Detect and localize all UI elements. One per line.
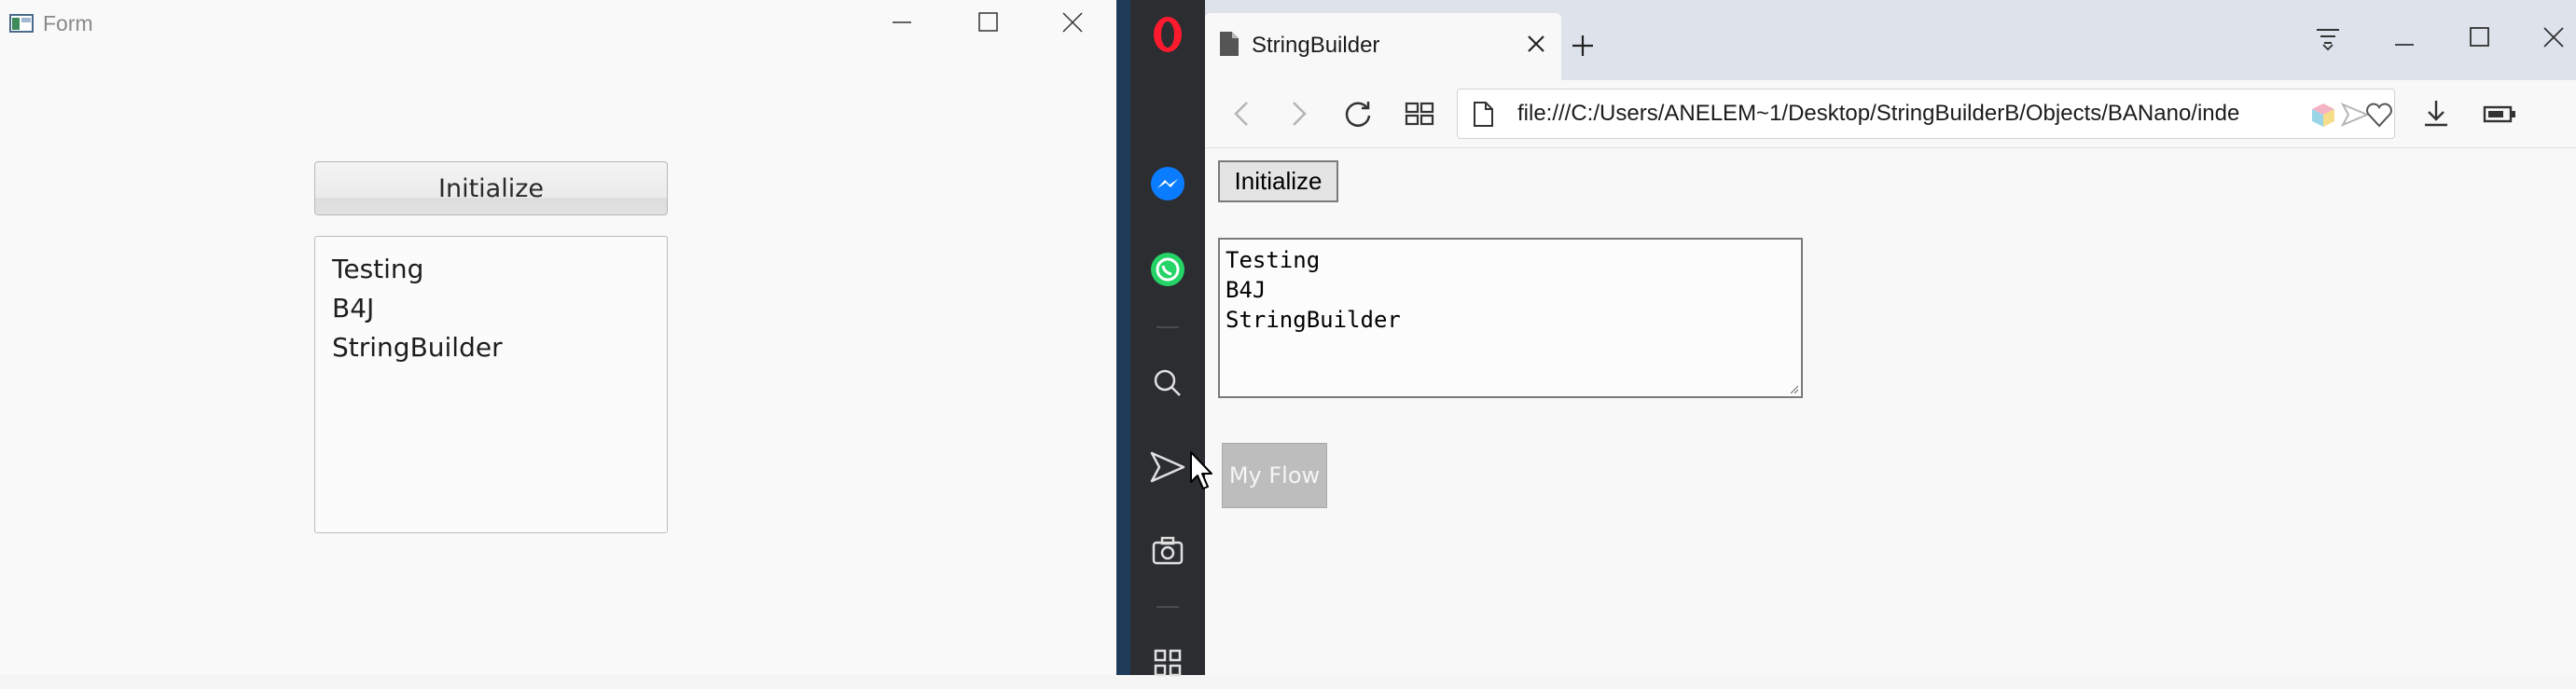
back-button[interactable] bbox=[1224, 95, 1261, 132]
search-icon bbox=[1154, 369, 1181, 396]
grid-icon bbox=[1405, 102, 1434, 126]
sidebar-divider bbox=[1156, 606, 1179, 608]
workspaces-button[interactable] bbox=[1148, 645, 1187, 684]
send-button[interactable] bbox=[1148, 448, 1187, 487]
downloads-button[interactable] bbox=[2417, 95, 2455, 132]
minimize-icon bbox=[2395, 44, 2414, 46]
url-text: file:///C:/Users/ANELEM~1/Desktop/String… bbox=[1517, 101, 2240, 126]
messenger-button[interactable] bbox=[1148, 165, 1187, 204]
forward-button[interactable] bbox=[1280, 95, 1317, 132]
maximize-icon bbox=[2470, 27, 2489, 47]
tab-title: StringBuilder bbox=[1252, 33, 1380, 58]
opera-logo-icon bbox=[1154, 17, 1182, 52]
close-icon bbox=[1062, 12, 1083, 33]
maximize-button[interactable] bbox=[969, 6, 1006, 39]
document-icon bbox=[1220, 32, 1239, 56]
browser-minimize-button[interactable] bbox=[2388, 22, 2421, 54]
desktop-background-strip bbox=[1116, 0, 1131, 675]
whatsapp-icon bbox=[1151, 253, 1184, 286]
battery-saver-button[interactable] bbox=[2481, 95, 2518, 132]
textarea-line: Testing bbox=[1226, 247, 1321, 273]
textarea-line: StringBuilder bbox=[332, 332, 503, 363]
textarea-line: StringBuilder bbox=[1226, 307, 1401, 333]
back-arrow-icon bbox=[1234, 102, 1248, 126]
new-tab-icon[interactable] bbox=[1569, 32, 1597, 60]
send-icon bbox=[1150, 451, 1185, 483]
textarea-line: B4J bbox=[332, 293, 375, 324]
tab-menu-button[interactable] bbox=[2311, 22, 2345, 54]
messenger-icon bbox=[1151, 167, 1184, 200]
cube-icon bbox=[2312, 103, 2334, 127]
heart-icon bbox=[2366, 103, 2392, 128]
bookmark-button[interactable] bbox=[2364, 101, 2394, 129]
opera-sidebar bbox=[1130, 0, 1205, 677]
minimize-button[interactable] bbox=[883, 6, 921, 39]
whatsapp-button[interactable] bbox=[1148, 250, 1187, 289]
address-bar[interactable]: file:///C:/Users/ANELEM~1/Desktop/String… bbox=[1457, 89, 2395, 139]
page-icon bbox=[1474, 102, 1493, 127]
my-flow-button[interactable]: My Flow bbox=[1222, 443, 1327, 508]
form-window: Form Initialize Testing B4J StringBuilde… bbox=[0, 0, 1116, 675]
forward-arrow-icon bbox=[1293, 102, 1307, 126]
filter-menu-icon bbox=[2317, 29, 2339, 51]
resize-handle-icon[interactable] bbox=[1789, 384, 1798, 393]
reload-button[interactable] bbox=[1339, 95, 1377, 132]
snapshot-button[interactable] bbox=[1148, 531, 1187, 571]
mouse-cursor-icon bbox=[1190, 451, 1212, 489]
maximize-icon bbox=[978, 12, 998, 32]
minimize-icon bbox=[893, 21, 911, 23]
browser-window: StringBuilder file:///C:/Users/ANELEM~1/… bbox=[1205, 0, 2576, 675]
tabs-grid-button[interactable] bbox=[1401, 95, 1438, 132]
battery-icon bbox=[2483, 105, 2515, 123]
search-button[interactable] bbox=[1148, 364, 1187, 403]
output-textarea[interactable]: Testing B4J StringBuilder bbox=[1218, 238, 1803, 398]
grid-icon bbox=[1154, 649, 1182, 677]
browser-close-button[interactable] bbox=[2537, 22, 2570, 54]
textarea-line: Testing bbox=[332, 254, 424, 284]
tab-bar: StringBuilder bbox=[1205, 0, 2576, 80]
output-textarea[interactable]: Testing B4J StringBuilder bbox=[314, 236, 668, 533]
sidebar-divider bbox=[1156, 326, 1179, 328]
tab-stringbuilder[interactable]: StringBuilder bbox=[1205, 13, 1561, 80]
close-icon bbox=[2543, 27, 2564, 48]
camera-icon bbox=[1152, 536, 1184, 565]
textarea-line: B4J bbox=[1226, 277, 1267, 303]
browser-maximize-button[interactable] bbox=[2462, 22, 2496, 54]
reload-icon bbox=[1345, 102, 1371, 127]
browser-toolbar: file:///C:/Users/ANELEM~1/Desktop/String… bbox=[1205, 80, 2576, 147]
initialize-button[interactable]: Initialize bbox=[314, 161, 668, 215]
toolbar-divider bbox=[1205, 147, 2576, 148]
download-icon bbox=[2425, 101, 2447, 127]
initialize-button[interactable]: Initialize bbox=[1218, 160, 1338, 202]
extension-button[interactable] bbox=[2308, 101, 2338, 129]
close-tab-icon[interactable] bbox=[1522, 30, 1550, 58]
app-window-icon bbox=[9, 14, 34, 33]
close-button[interactable] bbox=[1054, 6, 1091, 39]
opera-menu-button[interactable] bbox=[1148, 15, 1187, 54]
window-title: Form bbox=[43, 11, 93, 35]
